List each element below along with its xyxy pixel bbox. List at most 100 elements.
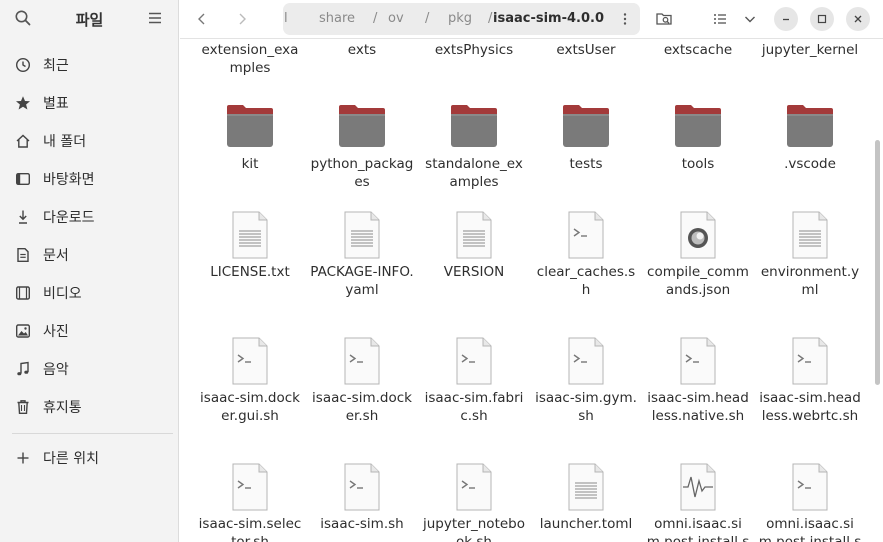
sidebar-item-videos[interactable]: 비디오 [14, 278, 169, 308]
folder-item[interactable]: extscache [642, 39, 754, 59]
star-icon [14, 94, 32, 112]
sidebar-item-label: 최근 [43, 58, 69, 74]
minimize-button[interactable] [774, 7, 798, 31]
sidebar-item-downloads[interactable]: 다운로드 [14, 202, 169, 232]
folder-item[interactable]: extsPhysics [418, 39, 530, 59]
file-label: extscache [663, 42, 733, 58]
sidebar-item-starred[interactable]: 별표 [14, 88, 169, 118]
sidebar-item-trash[interactable]: 휴지통 [14, 392, 169, 422]
folder-item[interactable]: jupyter_kernel [754, 39, 866, 59]
file-label: VERSION [443, 264, 505, 280]
file-item[interactable]: VERSION [418, 211, 530, 281]
file-label: tools [681, 156, 715, 172]
folder-icon [787, 105, 833, 147]
file-item[interactable]: omni.isaac.sim.post.install.sh [754, 463, 866, 542]
desktop-icon [14, 170, 32, 188]
music-icon [14, 360, 32, 378]
path-segment[interactable]: pkg [448, 11, 472, 26]
path-separator: / [425, 11, 430, 26]
folder-item[interactable]: standalone_examples [418, 103, 530, 191]
file-item[interactable]: isaac-sim.selector.sh [194, 463, 306, 542]
forward-button[interactable] [230, 7, 254, 31]
file-item[interactable]: jupyter_notebook.sh [418, 463, 530, 542]
file-label: extsPhysics [434, 42, 514, 58]
file-label: isaac-sim.selector.sh [198, 516, 302, 542]
sidebar-item-desktop[interactable]: 바탕화면 [14, 164, 169, 194]
file-item[interactable]: isaac-sim.docker.gui.sh [194, 337, 306, 425]
sidebar-item-label: 바탕화면 [43, 172, 95, 188]
sidebar-item-home[interactable]: 내 폴더 [14, 126, 169, 156]
folder-item[interactable]: python_packages [306, 103, 418, 191]
folder-item[interactable]: tools [642, 103, 754, 173]
scrollbar[interactable] [875, 140, 880, 385]
folder-search-icon [656, 13, 672, 25]
path-segment[interactable]: l [284, 11, 288, 26]
home-icon [14, 132, 32, 150]
path-bar: l share / ov / pkg / isaac-sim-4.0.0 [283, 3, 640, 35]
path-segment[interactable]: share [319, 11, 355, 26]
plus-icon [14, 449, 32, 467]
script-file-icon [568, 337, 604, 385]
file-item[interactable]: clear_caches.sh [530, 211, 642, 299]
picture-icon [14, 322, 32, 340]
sidebar-item-other-locations[interactable]: 다른 위치 [14, 443, 169, 473]
file-item[interactable]: isaac-sim.fabric.sh [418, 337, 530, 425]
sidebar-item-pictures[interactable]: 사진 [14, 316, 169, 346]
view-options-button[interactable] [738, 7, 762, 31]
file-item[interactable]: isaac-sim.docker.sh [306, 337, 418, 425]
path-separator: / [373, 11, 378, 26]
folder-item[interactable]: .vscode [754, 103, 866, 173]
file-item[interactable]: isaac-sim.sh [306, 463, 418, 533]
sidebar-item-label: 비디오 [43, 286, 82, 302]
file-item[interactable]: isaac-sim.gym.sh [530, 337, 642, 425]
back-button[interactable] [190, 7, 214, 31]
view-toggle-button[interactable] [708, 7, 732, 31]
search-files-button[interactable] [652, 7, 676, 31]
file-label: isaac-sim.headless.webrtc.sh [759, 390, 861, 424]
folder-item[interactable]: exts [306, 39, 418, 59]
file-item[interactable]: PACKAGE-INFO.yaml [306, 211, 418, 299]
folder-item[interactable]: kit [194, 103, 306, 173]
path-segment[interactable]: ov [388, 11, 404, 26]
file-label: isaac-sim.fabric.sh [424, 390, 524, 424]
clock-icon [14, 56, 32, 74]
file-label: PACKAGE-INFO.yaml [310, 264, 414, 298]
header-bar: l share / ov / pkg / isaac-sim-4.0.0 [180, 0, 883, 38]
file-item[interactable]: compile_commands.json [642, 211, 754, 299]
file-item[interactable]: isaac-sim.headless.webrtc.sh [754, 337, 866, 425]
file-label: .vscode [784, 156, 836, 172]
waveform-file-icon [680, 463, 716, 511]
sidebar-item-recent[interactable]: 최근 [14, 50, 169, 80]
maximize-button[interactable] [810, 7, 834, 31]
script-file-icon [232, 337, 268, 385]
file-label: exts [347, 42, 377, 58]
file-label: isaac-sim.gym.sh [535, 390, 637, 424]
file-item[interactable]: LICENSE.txt [194, 211, 306, 281]
file-label: compile_commands.json [647, 264, 749, 298]
folder-item[interactable]: extension_examples [194, 39, 306, 77]
menu-icon[interactable] [146, 9, 164, 27]
file-item[interactable]: environment.yml [754, 211, 866, 299]
folder-icon [339, 105, 385, 147]
sidebar-header: 파일 [0, 0, 179, 38]
chevron-left-icon [198, 13, 205, 25]
file-item[interactable]: isaac-sim.headless.native.sh [642, 337, 754, 425]
sidebar-item-documents[interactable]: 문서 [14, 240, 169, 270]
script-file-icon [792, 463, 828, 511]
chevron-down-icon [745, 16, 755, 23]
path-menu-button[interactable] [613, 7, 637, 31]
path-segment-current[interactable]: isaac-sim-4.0.0 [493, 11, 604, 26]
close-icon [854, 15, 862, 23]
sidebar-item-label: 별표 [43, 96, 69, 112]
folder-item[interactable]: extsUser [530, 39, 642, 59]
file-item[interactable]: launcher.toml [530, 463, 642, 533]
sidebar-item-label: 휴지통 [43, 400, 82, 416]
script-file-icon [792, 337, 828, 385]
file-label: LICENSE.txt [210, 264, 290, 280]
close-button[interactable] [846, 7, 870, 31]
sidebar-item-music[interactable]: 음악 [14, 354, 169, 384]
file-item[interactable]: omni.isaac.sim.post.install.sh [642, 463, 754, 542]
script-file-icon [456, 463, 492, 511]
file-label: environment.yml [760, 264, 860, 298]
folder-item[interactable]: tests [530, 103, 642, 173]
